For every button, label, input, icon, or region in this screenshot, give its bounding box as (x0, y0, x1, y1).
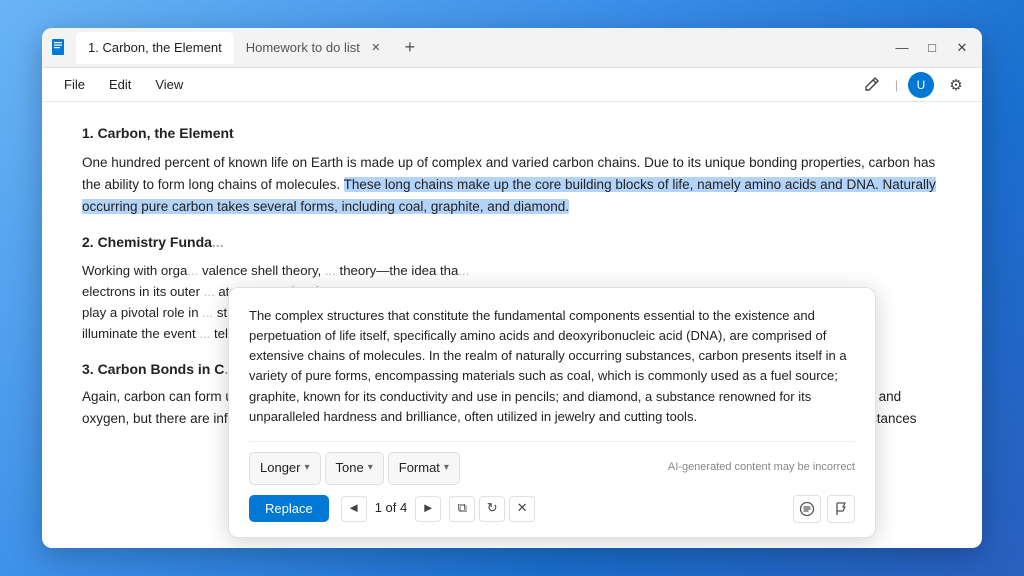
close-icon: ✕ (957, 40, 968, 56)
doc-heading-2: 2. Chemistry Funda... (82, 231, 942, 253)
tab-homework-label: Homework to do list (246, 40, 360, 55)
tone-label: Tone (336, 458, 364, 479)
avatar-initial: U (917, 78, 926, 92)
add-tab-button[interactable]: + (396, 34, 424, 62)
refresh-icon: ↻ (487, 498, 498, 519)
longer-label: Longer (260, 458, 300, 479)
action-icons-right (793, 495, 855, 523)
menu-file[interactable]: File (54, 73, 95, 96)
flag-icon-button[interactable] (827, 495, 855, 523)
replace-button[interactable]: Replace (249, 495, 329, 522)
title-bar: 1. Carbon, the Element Homework to do li… (42, 28, 982, 68)
ai-popup-bottom: Replace ◄ 1 of 4 ► ⧉ ↻ ✕ (249, 495, 855, 523)
menu-bar: File Edit View | U ⚙ (42, 68, 982, 102)
doc-para-1: One hundred percent of known life on Ear… (82, 152, 942, 217)
nav-prev-button[interactable]: ◄ (341, 496, 367, 522)
toolbar-icons: | U ⚙ (857, 71, 970, 99)
app-icon (50, 38, 70, 58)
format-label: Format (399, 458, 440, 479)
stack-icon-button[interactable] (793, 495, 821, 523)
pen-icon[interactable] (857, 71, 885, 99)
menu-edit[interactable]: Edit (99, 73, 141, 96)
dismiss-button[interactable]: ✕ (509, 496, 535, 522)
add-tab-icon: + (405, 37, 416, 58)
tone-chevron: ▾ (368, 460, 373, 476)
ai-disclaimer: AI-generated content may be incorrect (464, 459, 855, 477)
format-dropdown[interactable]: Format ▾ (388, 452, 460, 485)
close-icon: ✕ (371, 41, 380, 54)
tab-carbon[interactable]: 1. Carbon, the Element (76, 32, 234, 64)
ai-popup-actions: Longer ▾ Tone ▾ Format ▾ AI-generated co… (249, 441, 855, 485)
minimize-button[interactable]: — (890, 36, 914, 60)
app-window: 1. Carbon, the Element Homework to do li… (42, 28, 982, 548)
settings-icon[interactable]: ⚙ (942, 71, 970, 99)
refresh-button[interactable]: ↻ (479, 496, 505, 522)
ai-popup-text: The complex structures that constitute t… (249, 306, 855, 427)
minimize-icon: — (896, 40, 909, 55)
tab-carbon-label: 1. Carbon, the Element (88, 40, 222, 55)
longer-chevron: ▾ (304, 460, 309, 476)
copy-icon: ⧉ (458, 498, 467, 519)
window-controls: — □ ✕ (890, 36, 974, 60)
dismiss-icon: ✕ (517, 498, 528, 519)
tab-homework-close[interactable]: ✕ (368, 40, 384, 56)
nav-next-button[interactable]: ► (415, 496, 441, 522)
nav-controls: ◄ 1 of 4 ► (341, 496, 442, 522)
format-chevron: ▾ (444, 460, 449, 476)
menu-view[interactable]: View (145, 73, 193, 96)
maximize-icon: □ (928, 40, 936, 55)
longer-dropdown[interactable]: Longer ▾ (249, 452, 321, 485)
user-avatar[interactable]: U (908, 72, 934, 98)
nav-label: 1 of 4 (371, 498, 412, 519)
ai-rewrite-popup: The complex structures that constitute t… (228, 287, 876, 538)
tone-dropdown[interactable]: Tone ▾ (325, 452, 384, 485)
maximize-button[interactable]: □ (920, 36, 944, 60)
document-body: 1. Carbon, the Element One hundred perce… (42, 102, 982, 548)
tab-homework[interactable]: Homework to do list ✕ (234, 32, 396, 64)
copy-button[interactable]: ⧉ (449, 496, 475, 522)
doc-heading-1: 1. Carbon, the Element (82, 122, 942, 144)
close-button[interactable]: ✕ (950, 36, 974, 60)
